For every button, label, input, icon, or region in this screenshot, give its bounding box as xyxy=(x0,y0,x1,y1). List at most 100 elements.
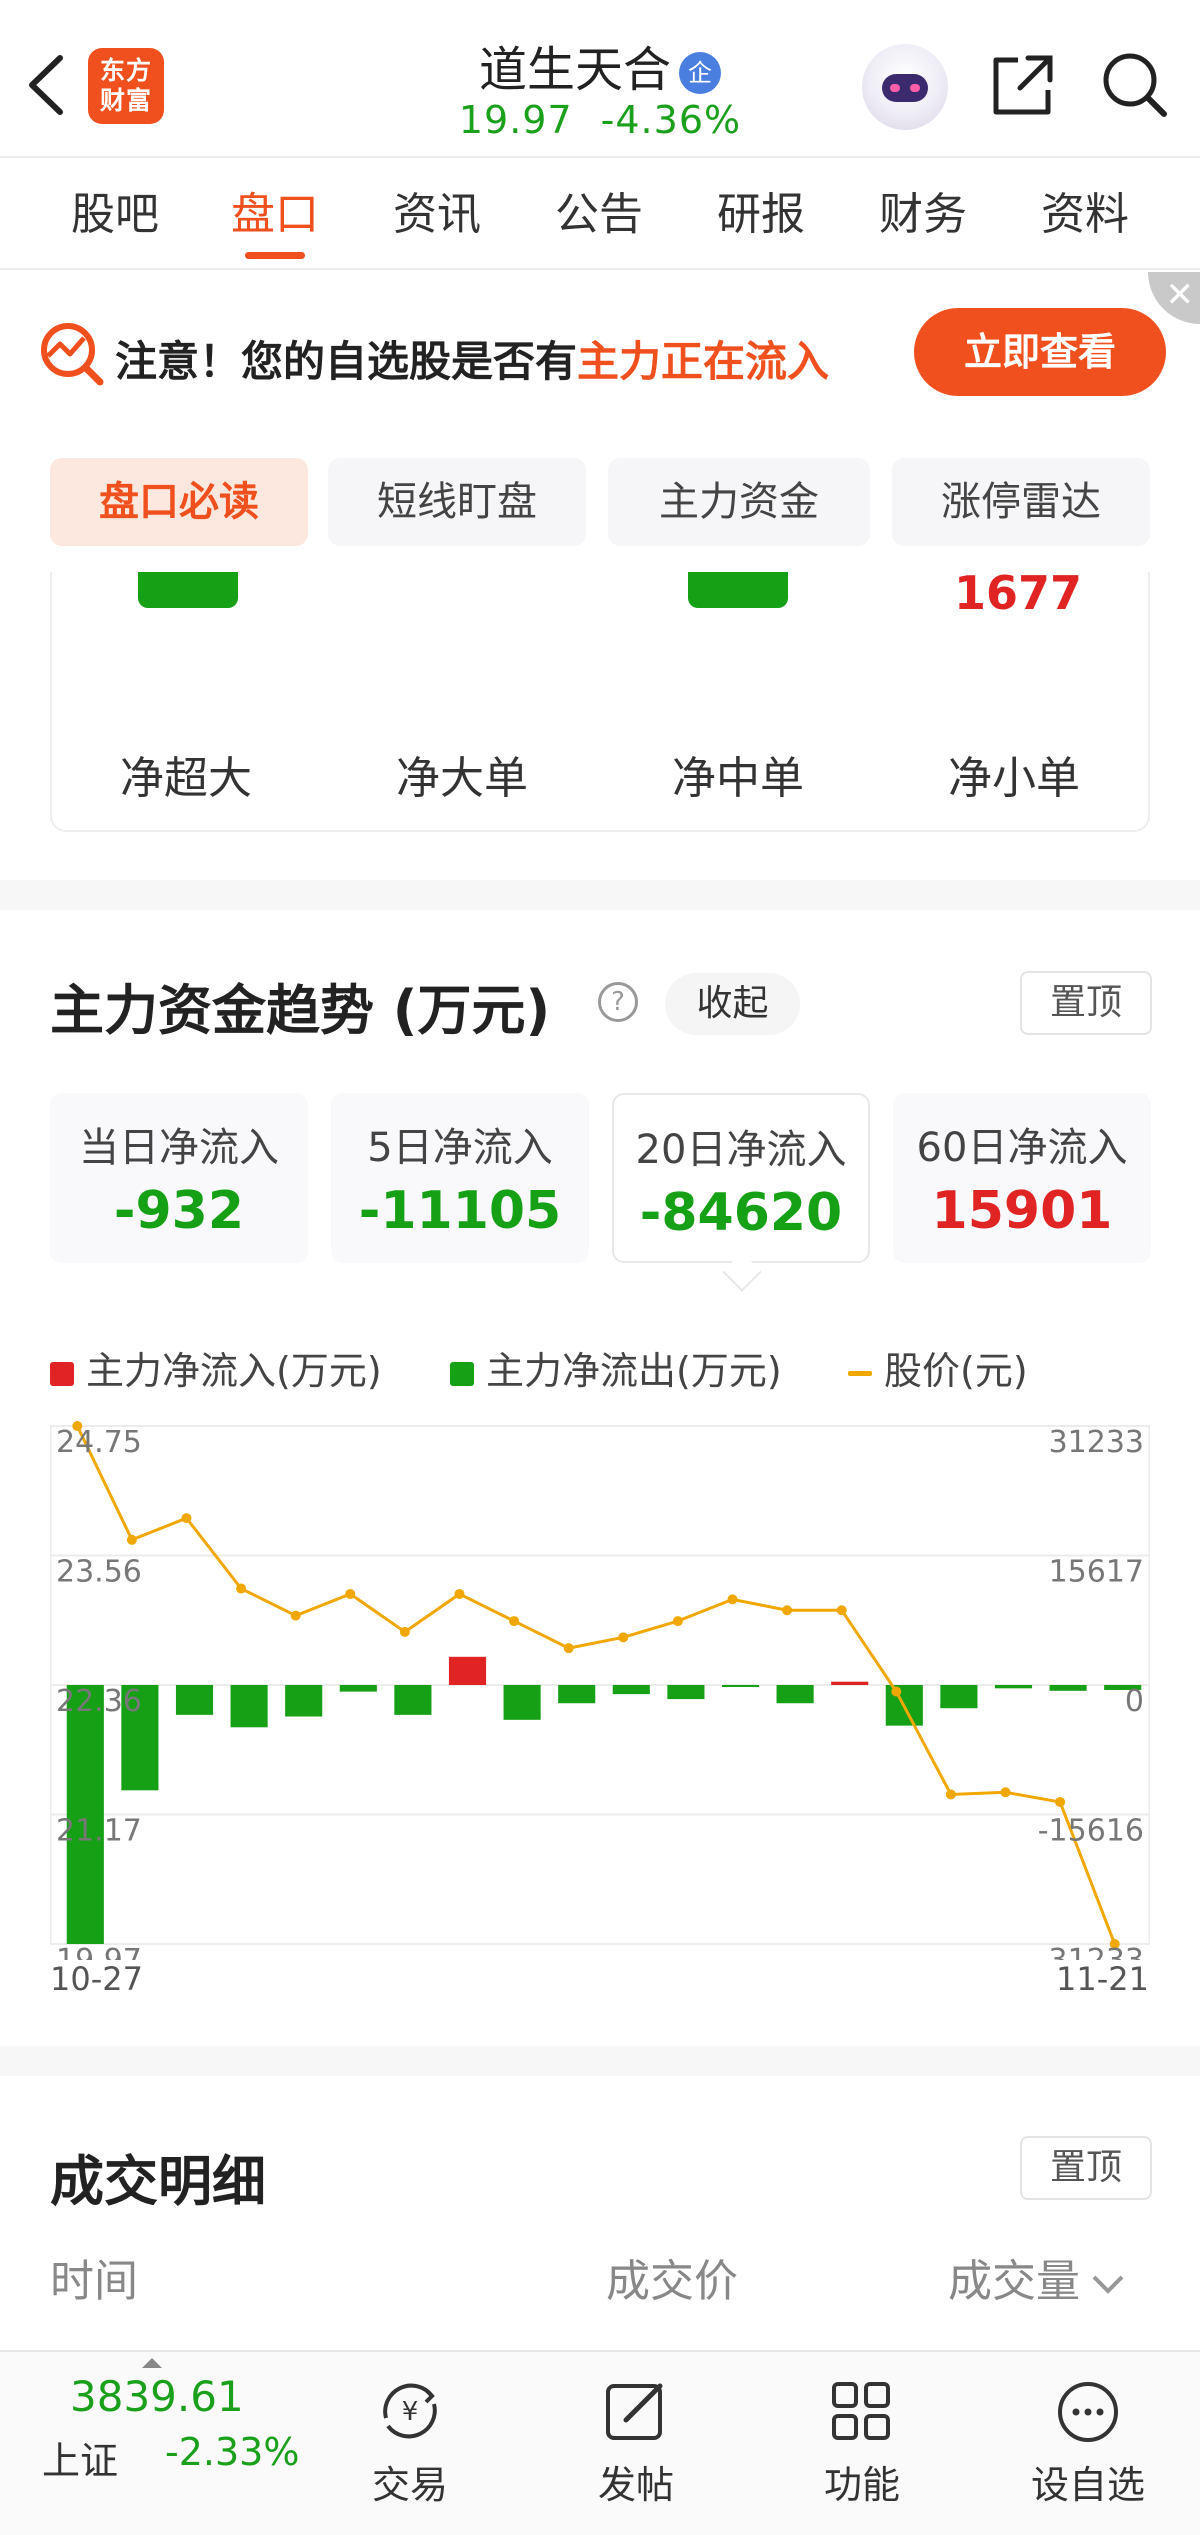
index-value[interactable]: 3839.61 xyxy=(70,2372,244,2421)
section-divider xyxy=(0,2046,1200,2076)
trend-pin-button[interactable]: 置顶 xyxy=(1020,971,1152,1035)
functions-label: 功能 xyxy=(823,2463,900,2507)
outflow-bar xyxy=(230,1685,268,1728)
app-root: 东方财富 道生天合企 19.97 -4.36% 股吧 盘口 资讯 公告 研报 财务… xyxy=(0,0,1200,2535)
stat-60d-label: 60日净流入 xyxy=(916,1125,1128,1171)
tab-announcements[interactable]: 公告 xyxy=(524,160,674,270)
subtab-short-term[interactable]: 短线盯盘 xyxy=(328,458,586,546)
more-dots-icon xyxy=(1058,2382,1118,2442)
outflow-bar xyxy=(1049,1685,1087,1691)
banner-text-highlight: 主力正在流入 xyxy=(577,337,830,386)
price-point xyxy=(782,1605,793,1616)
assistant-avatar-icon[interactable] xyxy=(862,44,948,130)
outflow-bar xyxy=(394,1685,432,1715)
col-volume-label: 成交量 xyxy=(948,2256,1080,2307)
stat-today[interactable]: 当日净流入 -932 xyxy=(50,1093,308,1263)
price-point xyxy=(672,1616,683,1627)
trend-title: 主力资金趋势 (万元) xyxy=(50,979,551,1042)
legend-outflow-label: 主力净流出(万元) xyxy=(486,1349,782,1393)
grid-icon xyxy=(832,2382,890,2440)
trade-label: 交易 xyxy=(371,2463,448,2507)
price-point xyxy=(836,1605,847,1616)
trade-button[interactable]: ¥ 交易 xyxy=(330,2352,490,2532)
outflow-bar xyxy=(776,1685,814,1704)
post-button[interactable]: 发帖 xyxy=(556,2352,716,2532)
stat-today-value: -932 xyxy=(113,1181,245,1241)
stat-20d-value: -84620 xyxy=(639,1183,843,1243)
tab-profile[interactable]: 资料 xyxy=(1010,160,1160,270)
promo-banner[interactable]: 注意！您的自选股是否有主力正在流入 立即查看 ✕ xyxy=(0,272,1200,432)
net-small-value: 1677 xyxy=(954,566,1083,620)
stat-5d[interactable]: 5日净流入 -11105 xyxy=(331,1093,589,1263)
chart-end-date: 11-21 xyxy=(1056,1960,1149,1998)
stat-5d-value: -11105 xyxy=(358,1181,562,1241)
tab-guba[interactable]: 股吧 xyxy=(40,160,190,270)
tab-research[interactable]: 研报 xyxy=(686,160,836,270)
price-tick-label: 22.36 xyxy=(56,1684,142,1719)
outflow-bar xyxy=(339,1685,377,1692)
legend-price-label: 股价(元) xyxy=(884,1349,1028,1393)
legend-price: 股价(元) xyxy=(848,1340,1028,1395)
banner-text-prefix: 注意！您的自选股是否有 xyxy=(115,337,578,386)
stock-quote: 19.97 -4.36% xyxy=(360,98,840,142)
stat-20d-label: 20日净流入 xyxy=(635,1127,847,1173)
subtab-limit-up-radar[interactable]: 涨停雷达 xyxy=(892,458,1150,546)
price-point xyxy=(563,1643,574,1654)
outflow-bar xyxy=(994,1685,1033,1689)
subtab-main-funds[interactable]: 主力资金 xyxy=(608,458,870,546)
expand-up-icon[interactable] xyxy=(140,2356,164,2370)
price-point xyxy=(727,1594,738,1605)
svg-text:¥: ¥ xyxy=(402,2397,419,2427)
legend-inflow: 主力净流入(万元) xyxy=(50,1340,382,1395)
trade-pin-button[interactable]: 置顶 xyxy=(1020,2136,1152,2200)
outflow-bar xyxy=(175,1685,214,1715)
inflow-bar xyxy=(448,1656,487,1685)
main-tabs: 股吧 盘口 资讯 公告 研报 财务 资料 xyxy=(0,160,1200,270)
functions-button[interactable]: 功能 xyxy=(782,2352,942,2532)
price-tick-label: 24.75 xyxy=(56,1425,142,1460)
stat-60d[interactable]: 60日净流入 15901 xyxy=(893,1093,1151,1263)
app-logo[interactable]: 东方财富 xyxy=(88,48,164,124)
stat-20d[interactable]: 20日净流入 -84620 xyxy=(612,1093,870,1263)
back-icon[interactable] xyxy=(22,50,72,120)
flow-tick-label: 0 xyxy=(1125,1684,1144,1719)
tab-news[interactable]: 资讯 xyxy=(362,160,512,270)
banner-text: 注意！您的自选股是否有主力正在流入 xyxy=(115,328,829,389)
subtab-must-read[interactable]: 盘口必读 xyxy=(50,458,308,546)
col-time: 时间 xyxy=(50,2256,138,2307)
net-super-large-bar xyxy=(138,572,238,608)
share-icon[interactable] xyxy=(988,50,1058,120)
search-icon[interactable] xyxy=(1100,50,1170,120)
price-point xyxy=(290,1610,301,1621)
view-now-button[interactable]: 立即查看 xyxy=(914,308,1166,396)
col-volume[interactable]: 成交量 xyxy=(948,2245,1128,2309)
stock-change: -4.36% xyxy=(600,98,742,142)
collapse-button[interactable]: 收起 xyxy=(665,973,800,1035)
help-icon[interactable]: ? xyxy=(598,982,638,1022)
add-watchlist-button[interactable]: 设自选 xyxy=(1008,2352,1168,2532)
outflow-bar xyxy=(285,1685,323,1717)
price-point xyxy=(345,1588,356,1599)
section-divider xyxy=(0,880,1200,910)
close-icon[interactable]: ✕ xyxy=(1148,272,1200,324)
stat-60d-value: 15901 xyxy=(931,1181,1113,1241)
price-tick-label: 21.17 xyxy=(56,1814,142,1849)
col-price: 成交价 xyxy=(606,2256,738,2307)
tab-finance[interactable]: 财务 xyxy=(848,160,998,270)
inflow-swatch xyxy=(50,1361,74,1386)
stock-price: 19.97 xyxy=(458,98,573,142)
stock-name[interactable]: 道生天合企 xyxy=(360,30,840,100)
price-point xyxy=(1000,1787,1011,1798)
outflow-bar xyxy=(612,1685,650,1695)
legend-inflow-label: 主力净流入(万元) xyxy=(86,1349,382,1393)
net-flow-card: 1677 净超大 净大单 净中单 净小单 xyxy=(50,566,1150,832)
outflow-bar xyxy=(558,1685,596,1704)
net-small-label: 净小单 xyxy=(948,753,1080,804)
price-point xyxy=(891,1686,902,1697)
fund-trend-chart[interactable]: 24.75 23.56 22.36 21.17 19.97 31233 15617 0 -156… xyxy=(50,1420,1150,1960)
outflow-bar xyxy=(940,1685,978,1709)
stat-5d-label: 5日净流入 xyxy=(367,1125,553,1171)
price-point xyxy=(399,1626,410,1637)
net-medium-label: 净中单 xyxy=(672,753,804,804)
outflow-bar xyxy=(721,1685,760,1687)
